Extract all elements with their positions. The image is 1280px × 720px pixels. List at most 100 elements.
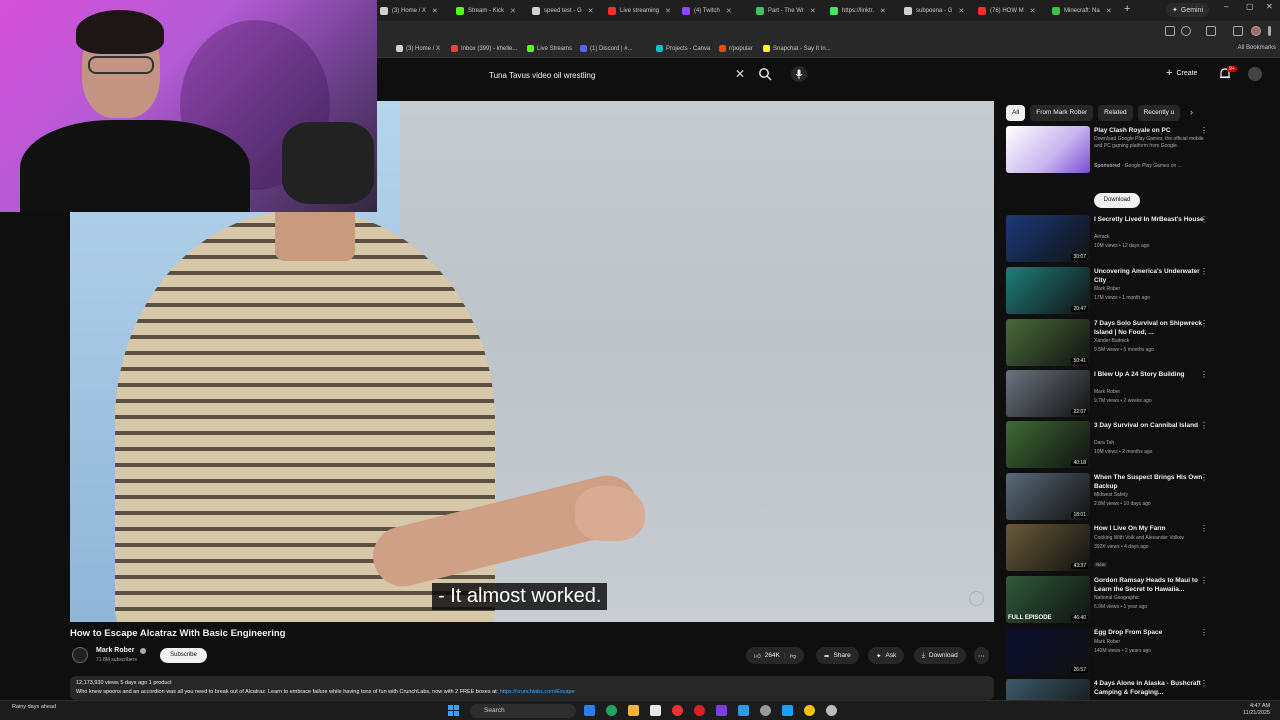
bookmark-item[interactable]: Live Streams	[527, 45, 572, 52]
video-thumbnail[interactable]: 43:37	[1006, 524, 1090, 571]
ask-button[interactable]: ✦ Ask	[868, 647, 905, 664]
ad-title[interactable]: Play Clash Royale on PC	[1094, 126, 1208, 135]
recommendation-item[interactable]: 26:57 Egg Drop From Space Mark Rober 140M v…	[1006, 628, 1216, 676]
share-button[interactable]: ➦ Share	[816, 647, 859, 664]
windows-start-icon[interactable]	[448, 705, 459, 716]
recommendation-title[interactable]: I Secretly Lived In MrBeast's House	[1094, 215, 1208, 224]
channel-name[interactable]: Mark Rober	[96, 647, 135, 654]
close-tab-icon[interactable]: ✕	[588, 7, 594, 15]
app-record-icon[interactable]	[694, 705, 705, 716]
recommendation-item[interactable]: 43:37 How I Live On My Farm Cooking With V…	[1006, 524, 1216, 572]
bookmark-item[interactable]: r/popular	[719, 45, 753, 52]
more-vertical-icon[interactable]: ⋮	[1200, 126, 1208, 135]
browser-tab[interactable]: Stream - Kick ✕	[456, 3, 526, 18]
recommendation-channel[interactable]: Mark Rober	[1094, 389, 1120, 395]
video-thumbnail[interactable]: 26:57	[1006, 628, 1090, 675]
description-box[interactable]	[70, 676, 994, 700]
channel-watermark-icon[interactable]	[969, 591, 984, 606]
description-link[interactable]: https://crunchlabs.com/Escape	[500, 689, 575, 695]
gemini-button[interactable]: ✦ Gemini	[1166, 3, 1210, 17]
store-icon[interactable]	[650, 705, 661, 716]
recommendation-channel[interactable]: National Geographic	[1094, 595, 1140, 601]
filter-chip[interactable]: All	[1006, 105, 1026, 121]
recommendation-channel[interactable]: Midwest Safety	[1094, 492, 1128, 498]
recommendation-item[interactable]: 30:07 I Secretly Lived In MrBeast's House…	[1006, 215, 1216, 263]
more-vertical-icon[interactable]: ⋮	[1200, 679, 1208, 688]
video-thumbnail[interactable]: 18:01	[1006, 473, 1090, 520]
recommendation-title[interactable]: 4 Days Alone in Alaska - Bushcraft Campi…	[1094, 679, 1208, 697]
edge-icon[interactable]	[606, 705, 617, 716]
recommendation-title[interactable]: Egg Drop From Space	[1094, 628, 1208, 637]
bookmark-star-icon[interactable]	[1181, 26, 1191, 36]
video-thumbnail[interactable]: 50:41	[1006, 319, 1090, 366]
recommendation-title[interactable]: I Blew Up A 24 Story Building	[1094, 370, 1208, 379]
close-tab-icon[interactable]: ✕	[665, 7, 671, 15]
recommendation-item[interactable]: FULL EPISODE 46:40 Gordon Ramsay Heads to …	[1006, 576, 1216, 624]
close-tab-icon[interactable]: ✕	[958, 7, 964, 15]
taskbar-clock[interactable]: 4:47 AM 11/21/2025	[1243, 703, 1270, 717]
recommendation-item[interactable]: 40:18 3 Day Survival on Cannibal Island Da…	[1006, 421, 1216, 469]
recommendation-title[interactable]: 3 Day Survival on Cannibal Island	[1094, 421, 1208, 430]
browser-tab[interactable]: subpoena - G ✕	[904, 3, 974, 18]
close-tab-icon[interactable]: ✕	[880, 7, 886, 15]
more-vertical-icon[interactable]: ⋮	[1200, 576, 1208, 585]
recommendation-channel[interactable]: Mark Rober	[1094, 286, 1120, 292]
like-count[interactable]: 264K	[765, 652, 780, 659]
chrome-icon[interactable]	[804, 705, 815, 716]
search-input[interactable]: Tuna Tavus video oil wrestling	[480, 71, 750, 80]
maximize-icon[interactable]: ▢	[1246, 2, 1254, 11]
recommendation-channel[interactable]: Xander Budnick	[1094, 338, 1129, 344]
more-vertical-icon[interactable]: ⋮	[1200, 267, 1208, 276]
chevron-right-icon[interactable]: ›	[1190, 107, 1193, 117]
more-vertical-icon[interactable]: ⋮	[1200, 421, 1208, 430]
filter-chip[interactable]: From Mark Rober	[1030, 105, 1094, 121]
minimize-icon[interactable]: –	[1224, 2, 1228, 11]
more-vertical-icon[interactable]: ⋮	[1200, 215, 1208, 224]
bookmark-item[interactable]: (3) Home / X	[396, 45, 440, 52]
browser-tab[interactable]: https://linktr. ✕	[830, 3, 900, 18]
ad-thumbnail[interactable]	[1006, 126, 1090, 173]
close-tab-icon[interactable]: ✕	[1106, 7, 1112, 15]
browser-tab[interactable]: speed test - G ✕	[532, 3, 602, 18]
browser-tab[interactable]: Part - The Wr ✕	[756, 3, 826, 18]
bookmark-item[interactable]: (1) Discord | #...	[580, 45, 633, 52]
more-vertical-icon[interactable]: ⋮	[1200, 473, 1208, 482]
subscribe-button[interactable]: Subscribe	[160, 648, 207, 663]
recommendation-item[interactable]: 4 Days Alone in Alaska - Bushcraft Campi…	[1006, 679, 1216, 720]
recommendation-item[interactable]: 18:01 When The Suspect Brings His Own Bac…	[1006, 473, 1216, 521]
close-tab-icon[interactable]: ✕	[1030, 7, 1036, 15]
sidebar-icon[interactable]	[1206, 26, 1216, 36]
clear-search-icon[interactable]: ✕	[735, 67, 745, 81]
extensions-icon[interactable]	[1233, 26, 1243, 36]
recommendation-item[interactable]: 50:41 7 Days Solo Survival on Shipwreck I…	[1006, 319, 1216, 367]
ad-download-button[interactable]: Download	[1094, 193, 1140, 208]
bookmark-item[interactable]: Inbox (399) - khelle...	[451, 45, 517, 52]
new-tab-icon[interactable]: +	[1124, 3, 1130, 15]
like-icon[interactable]: 👍︎	[754, 652, 761, 660]
close-tab-icon[interactable]: ✕	[510, 7, 516, 15]
filter-chip[interactable]: Recently u	[1137, 105, 1181, 121]
app-purple-icon[interactable]	[716, 705, 727, 716]
browser-tab[interactable]: Minecraft: Na ✕	[1052, 3, 1122, 18]
browser-tab[interactable]: (76) HOW M ✕	[978, 3, 1048, 18]
browser-tab[interactable]: Live streaming ✕	[608, 3, 678, 18]
more-vertical-icon[interactable]: ⋮	[1200, 524, 1208, 533]
settings-gear-icon[interactable]	[826, 705, 837, 716]
microphone-icon[interactable]	[791, 66, 807, 82]
close-tab-icon[interactable]: ✕	[432, 7, 438, 15]
browser-tab[interactable]: (4) Twitch ✕	[682, 3, 752, 18]
recommendation-title[interactable]: 7 Days Solo Survival on Shipwreck Island…	[1094, 319, 1208, 337]
close-tab-icon[interactable]: ✕	[726, 7, 732, 15]
more-vertical-icon[interactable]: ⋮	[1200, 319, 1208, 328]
app-blue-icon[interactable]	[738, 705, 749, 716]
recommendation-item[interactable]: 22:07 I Blew Up A 24 Story Building Mark R…	[1006, 370, 1216, 418]
account-avatar[interactable]	[1248, 67, 1262, 81]
obs-icon[interactable]	[760, 705, 771, 716]
file-explorer-icon[interactable]	[628, 705, 639, 716]
recommendation-channel[interactable]: Dara Tah	[1094, 440, 1114, 446]
video-thumbnail[interactable]: FULL EPISODE 46:40	[1006, 576, 1090, 623]
filter-chip[interactable]: Related	[1098, 105, 1133, 121]
recommendation-title[interactable]: Gordon Ramsay Heads to Maui to Learn the…	[1094, 576, 1208, 594]
more-vertical-icon[interactable]: ⋮	[1200, 370, 1208, 379]
download-button[interactable]: ⤓ Download	[914, 647, 966, 664]
